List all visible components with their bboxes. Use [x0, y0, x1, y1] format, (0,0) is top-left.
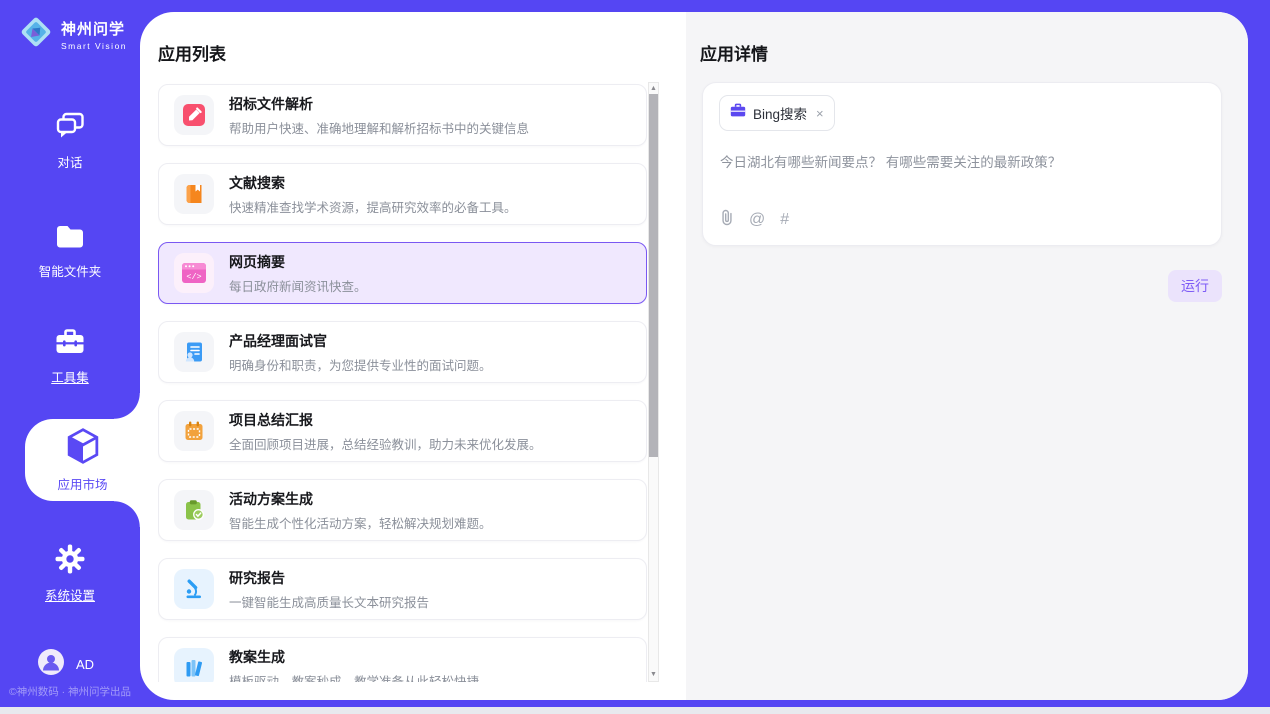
paperclip-icon[interactable]: [720, 208, 734, 232]
sidebar-item-label: 应用市场: [57, 474, 107, 493]
run-button[interactable]: 运行: [1168, 270, 1222, 302]
app-window: 神州问学 Smart Vision 对话 智能文件夹: [0, 0, 1270, 714]
app-desc: 明确身份和职责，为您提供专业性的面试问题。: [229, 355, 492, 374]
diamond-logo-icon: [18, 14, 54, 55]
app-card[interactable]: 产品经理面试官 明确身份和职责，为您提供专业性的面试问题。: [158, 321, 647, 383]
mention-icon[interactable]: @: [749, 211, 765, 229]
app-card-selected[interactable]: </> 网页摘要 每日政府新闻资讯快查。: [158, 242, 647, 304]
input-toolbar: @ #: [720, 208, 789, 232]
close-icon[interactable]: ×: [816, 107, 824, 120]
app-card[interactable]: 教案生成 模板驱动，教案秒成，教学准备从此轻松快捷: [158, 637, 647, 682]
app-name: 研究报告: [229, 568, 429, 588]
activity-plan-icon: [174, 490, 214, 530]
brand-logo: 神州问学 Smart Vision: [18, 14, 127, 55]
sidebar-item-label: 工具集: [51, 367, 89, 386]
research-report-icon: [174, 569, 214, 609]
sidebar-item-smart-folder[interactable]: 智能文件夹: [0, 224, 140, 280]
lesson-plan-icon: [174, 648, 214, 682]
app-name: 教案生成: [229, 647, 479, 667]
scroll-down-icon[interactable]: ▼: [649, 670, 658, 680]
app-desc: 帮助用户快速、准确地理解和解析招标书中的关键信息: [229, 118, 529, 137]
chat-icon: [55, 111, 85, 146]
prompt-card: Bing搜索 × 今日湖北有哪些新闻要点？ 有哪些需要关注的最新政策？ @ #: [702, 82, 1222, 246]
briefcase-icon: [55, 328, 85, 361]
app-desc: 全面回顾项目进展，总结经验教训，助力未来优化发展。: [229, 434, 542, 453]
scrollbar-thumb[interactable]: [649, 94, 658, 457]
sidebar-item-settings[interactable]: 系统设置: [0, 544, 140, 604]
sidebar: 神州问学 Smart Vision 对话 智能文件夹: [0, 0, 140, 707]
user-account[interactable]: AD: [38, 649, 94, 680]
brand-name: 神州问学: [61, 18, 127, 39]
app-desc: 智能生成个性化活动方案，轻松解决规划难题。: [229, 513, 492, 532]
scroll-up-icon[interactable]: ▲: [649, 84, 658, 94]
literature-search-icon: [174, 174, 214, 214]
app-card[interactable]: 活动方案生成 智能生成个性化活动方案，轻松解决规划难题。: [158, 479, 647, 541]
user-initials: AD: [76, 657, 94, 672]
svg-text:</>: </>: [186, 272, 201, 282]
sidebar-item-label: 智能文件夹: [39, 261, 102, 280]
sidebar-item-app-market[interactable]: 应用市场: [25, 419, 140, 501]
copyright-text: ©神州数码 · 神州问学出品: [0, 684, 140, 699]
app-detail-title: 应用详情: [700, 40, 768, 65]
tool-chip-bing-search[interactable]: Bing搜索 ×: [719, 95, 835, 131]
main-content: 应用列表 招标文件解析 帮助用户快速、准确地理解和解析招标书中的关键信息: [140, 12, 1248, 700]
folder-icon: [55, 224, 85, 255]
app-desc: 每日政府新闻资讯快查。: [229, 276, 367, 295]
app-desc: 模板驱动，教案秒成，教学准备从此轻松快捷: [229, 671, 479, 683]
app-card[interactable]: 研究报告 一键智能生成高质量长文本研究报告: [158, 558, 647, 620]
gear-icon: [55, 544, 85, 579]
app-name: 文献搜索: [229, 173, 517, 193]
app-list: 招标文件解析 帮助用户快速、准确地理解和解析招标书中的关键信息 文献搜索 快速精…: [158, 82, 647, 682]
app-name: 项目总结汇报: [229, 410, 542, 430]
app-name: 网页摘要: [229, 252, 367, 272]
avatar: [38, 649, 64, 680]
app-card[interactable]: 项目总结汇报 全面回顾项目进展，总结经验教训，助力未来优化发展。: [158, 400, 647, 462]
app-desc: 快速精准查找学术资源，提高研究效率的必备工具。: [229, 197, 517, 216]
sidebar-item-chat[interactable]: 对话: [0, 111, 140, 171]
webpage-summary-icon: </>: [174, 253, 214, 293]
app-name: 产品经理面试官: [229, 331, 492, 351]
pm-interviewer-icon: [174, 332, 214, 372]
list-scrollbar[interactable]: ▲ ▼: [648, 82, 659, 682]
cube-icon: [66, 428, 100, 469]
sidebar-item-label: 对话: [57, 152, 82, 171]
app-list-title: 应用列表: [158, 40, 226, 65]
app-desc: 一键智能生成高质量长文本研究报告: [229, 592, 429, 611]
app-card[interactable]: 文献搜索 快速精准查找学术资源，提高研究效率的必备工具。: [158, 163, 647, 225]
app-card[interactable]: 招标文件解析 帮助用户快速、准确地理解和解析招标书中的关键信息: [158, 84, 647, 146]
prompt-input[interactable]: 今日湖北有哪些新闻要点？ 有哪些需要关注的最新政策？: [720, 151, 1205, 171]
briefcase-icon: [730, 103, 746, 123]
brand-subtitle: Smart Vision: [61, 41, 127, 51]
sidebar-item-toolset[interactable]: 工具集: [0, 328, 140, 386]
app-name: 招标文件解析: [229, 94, 529, 114]
app-name: 活动方案生成: [229, 489, 492, 509]
tender-parse-icon: [174, 95, 214, 135]
brand-text: 神州问学 Smart Vision: [61, 18, 127, 51]
hash-icon[interactable]: #: [780, 211, 789, 229]
tool-chip-label: Bing搜索: [753, 103, 807, 123]
project-summary-icon: [174, 411, 214, 451]
sidebar-item-label: 系统设置: [45, 585, 95, 604]
app-detail-panel: 应用详情 Bing搜索 × 今日湖北有哪些新闻要点？ 有哪些需要关注的最新政策？: [686, 12, 1248, 700]
